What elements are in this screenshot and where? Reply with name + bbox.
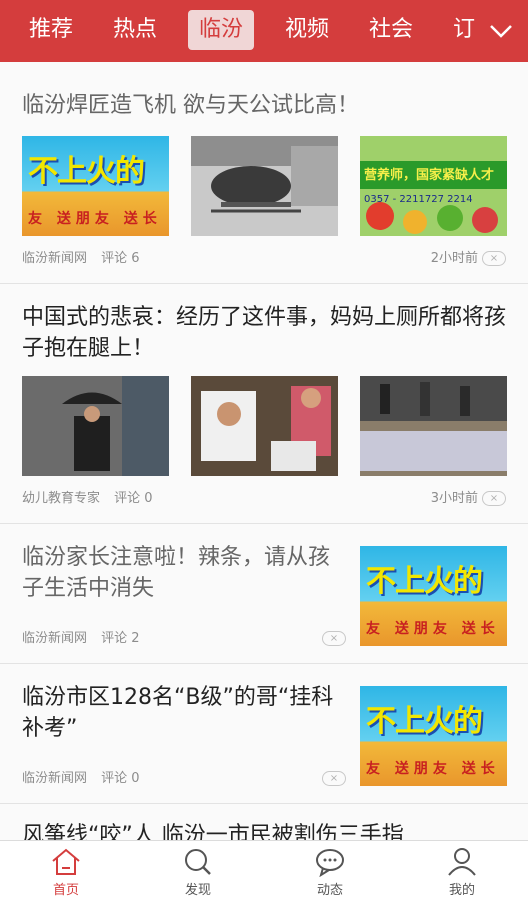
bottom-nav-activity[interactable]: 动态 [264,841,396,900]
home-icon [52,848,80,875]
article-title[interactable]: 临汾家长注意啦！辣条，请从孩子生活中消失 [22,542,342,604]
bottom-nav-label: 发现 [184,883,211,898]
thumbnail-banner: 不上火的 友 送朋友 送长 [360,686,507,786]
tab-linfen[interactable]: 临汾 [188,10,254,50]
article-meta: 临汾新闻网 评论 0 [22,770,150,788]
tab-video[interactable]: 视频 [276,10,338,50]
bottom-nav-label: 首页 [52,883,79,898]
banner-text: 不上火的 [366,704,483,739]
thumbnail-photos-ground [360,376,507,476]
thumbnail-aircraft-photo [191,136,338,236]
article-thumbnails[interactable]: 不上火的 友 送朋友 送长 营养师，国家紧缺人才 0357 - 2211727 … [22,136,508,236]
article-card[interactable]: 中国式的悲哀：经历了这件事，妈妈上厕所都将孩子抱在腿上！ 幼儿教育专家 评论 0… [0,284,528,524]
article-comments: 评论 6 [101,251,140,266]
chat-bubble-icon [316,849,344,877]
article-source: 临汾新闻网 [22,631,88,646]
search-icon [185,849,211,875]
article-card[interactable]: 风筝线“咬”人 临汾一市民被割伤三手指 [0,804,528,840]
bottom-nav-discover[interactable]: 发现 [132,841,264,900]
dismiss-button[interactable]: × [322,771,346,786]
article-time: 2小时前 [430,251,478,266]
article-card[interactable]: 临汾焊匠造飞机 欲与天公试比高！ 不上火的 友 送朋友 送长 营养师，国家紧缺人… [0,62,528,284]
thumbnail-banner: 不上火的 友 送朋友 送长 [360,546,507,646]
article-title[interactable]: 风筝线“咬”人 临汾一市民被割伤三手指 [22,820,506,840]
banner-subtext: 友 送朋友 送长 [366,761,500,777]
article-comments: 评论 2 [101,631,140,646]
bottom-nav-home[interactable]: 首页 [0,841,132,900]
article-source: 临汾新闻网 [22,771,88,786]
app-screen: 推荐 热点 临汾 视频 社会 订 临汾焊匠造飞机 欲与天公试比高！ 不上火的 友… [0,0,528,900]
article-comments: 评论 0 [101,771,140,786]
article-meta: 幼儿教育专家 评论 0 [22,490,163,508]
thumbnail-crowd-photo [191,376,338,476]
article-meta: 临汾新闻网 评论 2 [22,630,150,648]
thumbnail-ad: 营养师，国家紧缺人才 0357 - 2211727 2214 [360,136,507,236]
tab-recommend[interactable]: 推荐 [20,10,82,50]
article-source: 临汾新闻网 [22,251,88,266]
person-icon [448,848,476,876]
dismiss-button[interactable]: × [322,631,346,646]
news-feed[interactable]: 临汾焊匠造飞机 欲与天公试比高！ 不上火的 友 送朋友 送长 营养师，国家紧缺人… [0,62,528,840]
thumbnail-banner: 不上火的 友 送朋友 送长 [22,136,169,236]
banner-subtext: 友 送朋友 送长 [28,211,162,227]
dismiss-button[interactable]: × [482,251,506,266]
banner-subtext: 友 送朋友 送长 [366,621,500,637]
chevron-down-icon[interactable] [488,18,514,44]
bottom-nav-label: 动态 [316,883,343,898]
banner-text: 不上火的 [366,564,483,599]
bottom-nav-label: 我的 [448,883,475,898]
tab-hot[interactable]: 热点 [104,10,166,50]
banner-text: 不上火的 [28,154,145,189]
article-title[interactable]: 临汾焊匠造飞机 欲与天公试比高！ [22,90,506,121]
article-time: 3小时前 [430,491,478,506]
ad-headline: 营养师，国家紧缺人才 [364,168,495,183]
article-card[interactable]: 临汾市区128名“B级”的哥“挂科补考” 不上火的 友 送朋友 送长 临汾新闻网… [0,664,528,804]
article-title[interactable]: 临汾市区128名“B级”的哥“挂科补考” [22,682,342,744]
article-thumbnails[interactable] [22,376,508,476]
top-tab-bar: 推荐 热点 临汾 视频 社会 订 [0,0,528,62]
bottom-nav-bar: 首页 发现 动态 我的 [0,840,528,900]
article-title[interactable]: 中国式的悲哀：经历了这件事，妈妈上厕所都将孩子抱在腿上！ [22,302,506,364]
dismiss-button[interactable]: × [482,491,506,506]
ad-phone: 0357 - 2211727 2214 [364,194,473,205]
tab-subscribe[interactable]: 订 [446,10,482,50]
article-card[interactable]: 临汾家长注意啦！辣条，请从孩子生活中消失 不上火的 友 送朋友 送长 临汾新闻网… [0,524,528,664]
article-meta: 临汾新闻网 评论 6 [22,250,150,268]
article-comments: 评论 0 [114,491,153,506]
tab-society[interactable]: 社会 [360,10,422,50]
bottom-nav-me[interactable]: 我的 [396,841,528,900]
thumbnail-umbrella-photo [22,376,169,476]
article-source: 幼儿教育专家 [22,491,101,506]
